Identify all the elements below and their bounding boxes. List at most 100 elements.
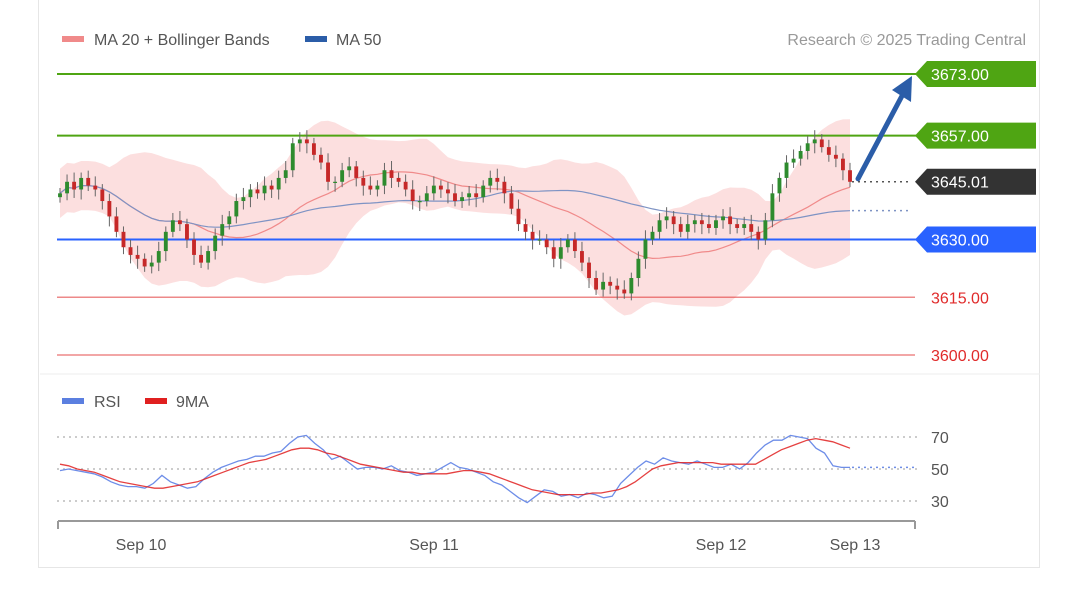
candle-body <box>812 139 817 144</box>
candle-body <box>608 281 613 286</box>
candle-body <box>311 143 316 155</box>
time-axis: Sep 10 Sep 11 Sep 12 Sep 13 <box>57 520 916 554</box>
legend-label-9ma: 9MA <box>176 394 209 411</box>
candle-body <box>594 278 599 290</box>
legend-label-bollinger: MA 20 + Bollinger Bands <box>94 32 270 49</box>
candle-body <box>721 216 725 221</box>
candle-body <box>537 239 542 241</box>
candle-body <box>678 224 683 232</box>
candle-body <box>241 197 246 202</box>
candle-body <box>128 247 133 255</box>
candle-body <box>227 216 232 225</box>
legend-swatch-rsi <box>62 398 84 404</box>
candle-body <box>163 231 168 252</box>
candle-body <box>572 239 577 252</box>
candle-body <box>368 185 373 190</box>
candle-body <box>706 224 711 228</box>
candle-body <box>424 193 429 202</box>
candle-body <box>833 154 838 159</box>
candle-body <box>290 143 295 171</box>
candle-body <box>826 147 831 155</box>
legend-swatch-bollinger <box>62 36 84 42</box>
candle-body <box>177 220 182 225</box>
candle-body <box>657 220 662 232</box>
candle-body <box>615 285 620 290</box>
candle-body <box>220 224 225 236</box>
candle-body <box>805 143 810 151</box>
candle-body <box>819 139 824 148</box>
candle-body <box>79 177 84 190</box>
candle-body <box>276 177 281 190</box>
candle-body <box>685 224 690 232</box>
date-tick-sep-10: Sep 10 <box>116 537 167 554</box>
candle-body <box>742 224 747 228</box>
candle-body <box>93 185 98 190</box>
candle-body <box>460 197 464 202</box>
forecast-arrow <box>855 76 912 182</box>
level-tag-3645.01: 3645.01 <box>915 168 1036 195</box>
candle-body <box>791 158 796 163</box>
candle-body <box>749 224 754 232</box>
candle-body <box>446 189 450 194</box>
candle-body <box>551 247 556 259</box>
candle-body <box>587 262 591 279</box>
candle-body <box>206 251 211 263</box>
candle-body <box>255 189 260 194</box>
candle-body <box>523 224 528 232</box>
level-tag-text: 3630.00 <box>931 233 989 250</box>
level-tag-3657.00: 3657.00 <box>915 122 1036 149</box>
candle-body <box>629 278 634 294</box>
candle-body <box>664 216 669 221</box>
level-tag-3673.00: 3673.00 <box>915 61 1036 87</box>
candle-body <box>107 201 112 217</box>
candle-body <box>601 281 606 290</box>
legend-label-rsi: RSI <box>94 394 121 411</box>
candle-body <box>58 193 62 198</box>
legend-label-ma50: MA 50 <box>336 32 381 49</box>
candle-body <box>417 201 422 203</box>
candle-body <box>438 185 443 190</box>
candle-body <box>396 177 401 182</box>
candle-body <box>565 239 570 248</box>
candle-body <box>784 162 789 178</box>
candle-body <box>671 216 676 225</box>
candle-body <box>530 231 535 240</box>
candle-body <box>580 251 584 263</box>
candle-body <box>114 216 119 232</box>
candle-body <box>304 139 309 144</box>
legend-swatch-ma50 <box>305 36 327 42</box>
candle-body <box>636 258 641 279</box>
candle-body <box>643 239 648 259</box>
level-tag-3630.00: 3630.00 <box>915 226 1036 253</box>
candle-body <box>297 139 302 144</box>
candle-body <box>735 224 740 228</box>
candle-body <box>347 166 352 171</box>
candle-body <box>544 239 549 248</box>
candle-body <box>170 220 175 232</box>
candle-body <box>135 254 140 259</box>
candle-body <box>410 189 415 202</box>
candle-body <box>340 170 345 182</box>
candle-body <box>650 231 655 240</box>
candle-body <box>72 181 77 190</box>
candle-body <box>516 208 521 225</box>
candle-body <box>509 193 514 209</box>
level-label-3600.00: 3600.00 <box>931 348 989 365</box>
candle-body <box>777 177 782 194</box>
main-legend: MA 20 + Bollinger Bands MA 50 Research ©… <box>62 32 1026 49</box>
rsi-9ma-line <box>59 437 851 496</box>
candle-body <box>502 181 507 194</box>
price-chart: MA 20 + Bollinger Bands MA 50 Research ©… <box>40 32 1040 554</box>
candle-body <box>558 247 563 259</box>
candle-body <box>453 193 457 202</box>
candle-body <box>714 220 718 228</box>
candle-body <box>65 181 69 194</box>
candle-body <box>354 166 359 178</box>
level-tag-text: 3645.01 <box>931 175 989 192</box>
candle-body <box>382 170 387 186</box>
candle-body <box>481 185 486 198</box>
rsi-legend: RSI 9MA <box>62 394 209 411</box>
candle-body <box>319 154 323 163</box>
candle-body <box>474 193 479 198</box>
candle-body <box>692 220 697 225</box>
